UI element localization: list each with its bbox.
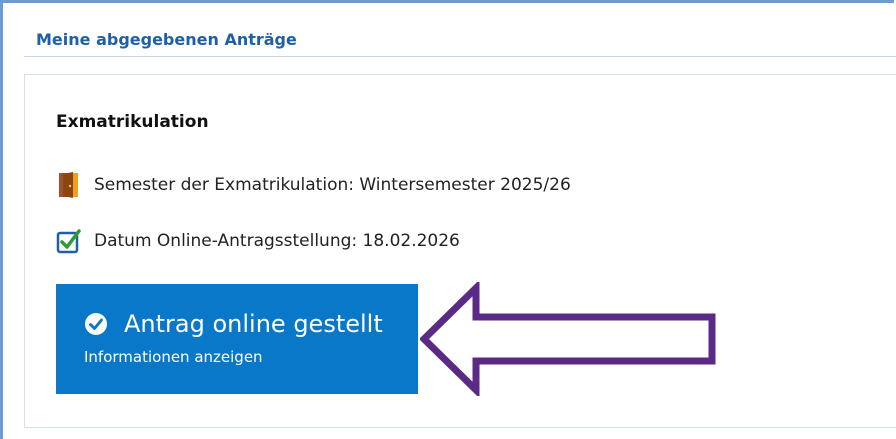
status-sublabel: Informationen anzeigen [84, 348, 263, 366]
status-main: Antrag online gestellt [84, 310, 383, 338]
arrow-left-icon [420, 282, 716, 396]
semester-text: Semester der Exmatrikulation: Winterseme… [94, 175, 571, 195]
checkbox-checked-icon [56, 228, 86, 254]
date-row: Datum Online-Antragsstellung: 18.02.2026 [56, 228, 460, 254]
door-icon [56, 172, 86, 198]
title-divider [24, 56, 896, 57]
section-title: Meine abgegebenen Anträge [36, 30, 297, 49]
check-circle-icon [85, 313, 107, 335]
date-text: Datum Online-Antragsstellung: 18.02.2026 [94, 231, 460, 251]
status-label: Antrag online gestellt [124, 310, 383, 338]
application-status-button[interactable]: Antrag online gestellt Informationen anz… [56, 284, 418, 394]
semester-row: Semester der Exmatrikulation: Winterseme… [56, 172, 571, 198]
application-heading: Exmatrikulation [56, 112, 209, 132]
